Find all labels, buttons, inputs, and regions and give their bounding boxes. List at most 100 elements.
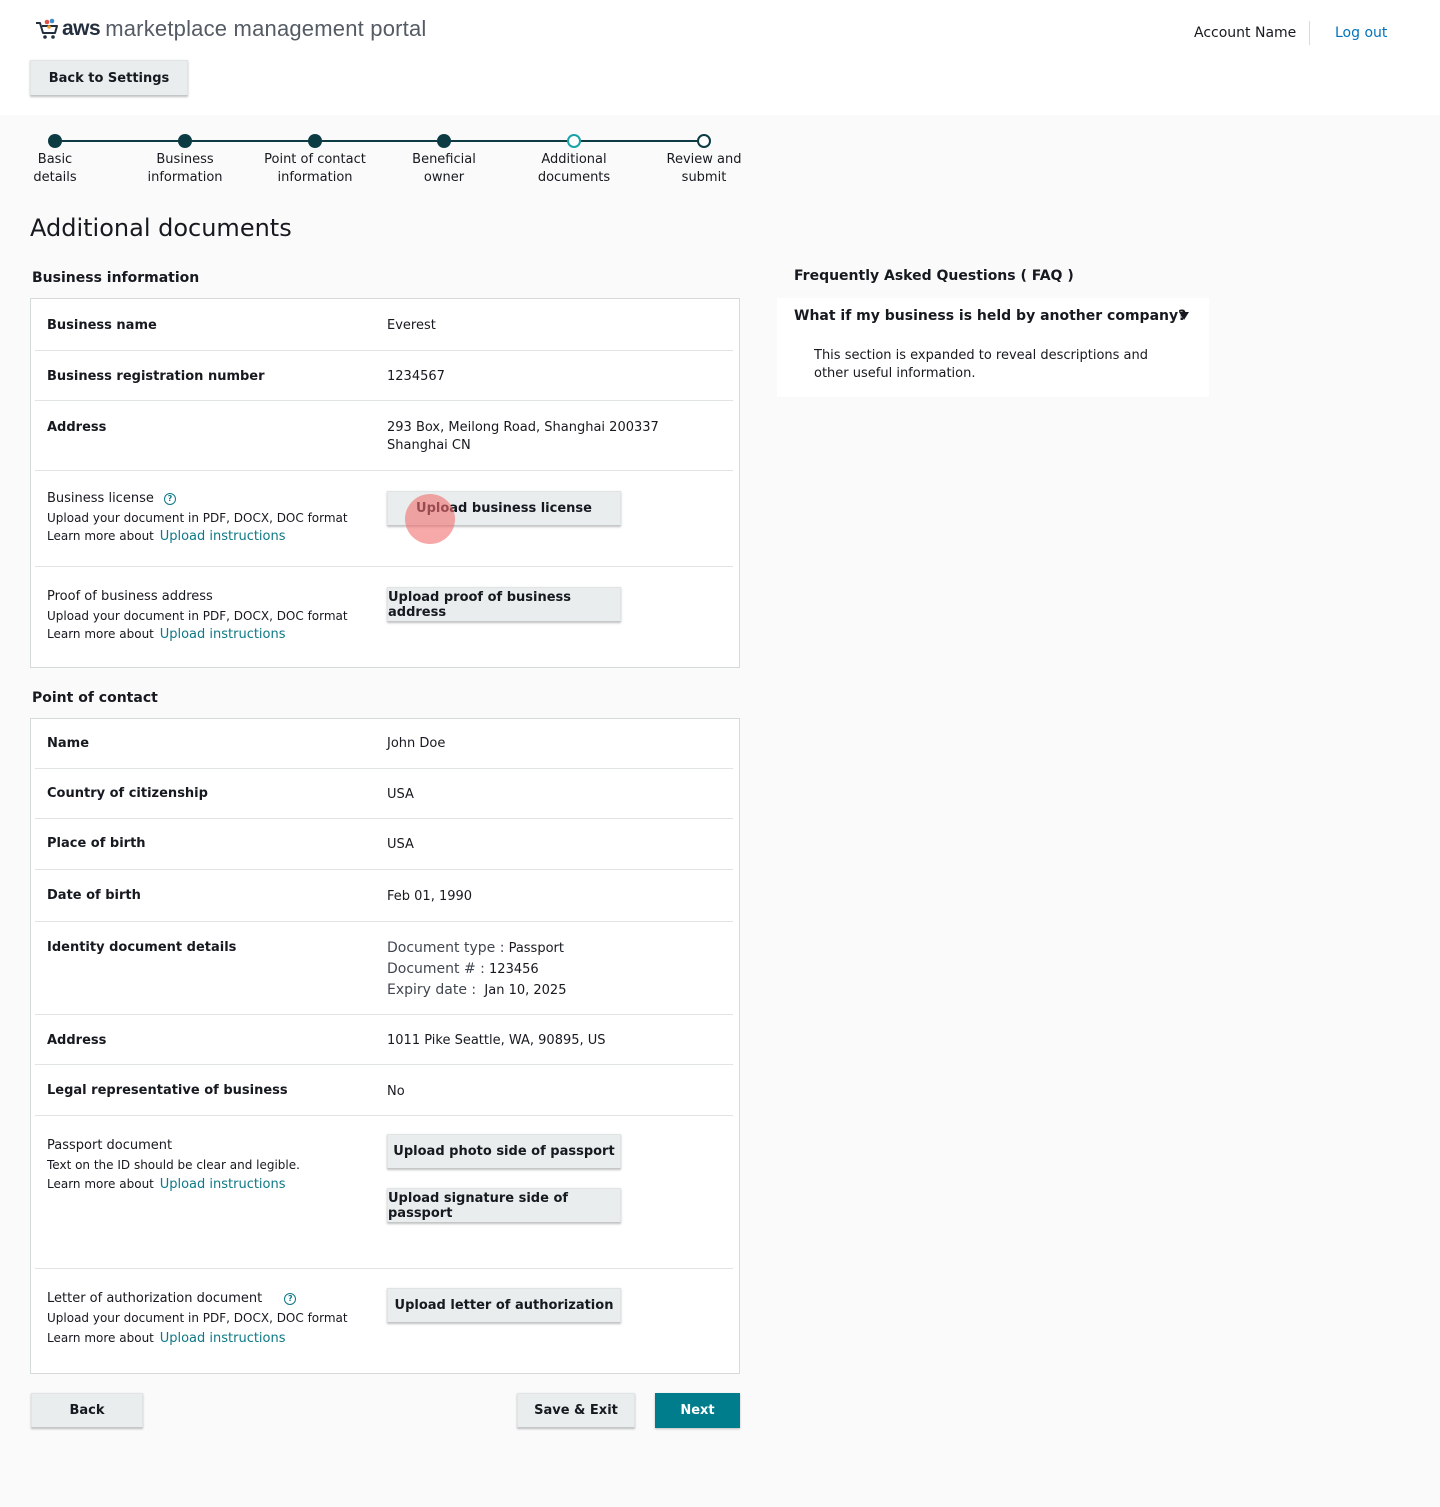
faq-panel: What if my business is held by another c… [777, 298, 1209, 397]
step-label-line2: documents [537, 170, 611, 185]
birthplace-label: Place of birth [47, 836, 146, 851]
passport-row: Passport document Text on the ID should … [35, 1116, 733, 1269]
passport-learn-more: Learn more about Upload instructions [47, 1177, 286, 1192]
contact-address-value: 1011 Pike Seattle, WA, 90895, US [387, 1033, 606, 1048]
citizenship-value: USA [387, 787, 414, 802]
logo-product-text: marketplace management portal [105, 16, 427, 41]
letter-learn-more: Learn more about Upload instructions [47, 1331, 286, 1346]
back-button[interactable]: Back [31, 1393, 143, 1428]
dob-label: Date of birth [47, 888, 141, 903]
business-reg-value: 1234567 [387, 369, 445, 384]
contact-address-label: Address [47, 1033, 107, 1048]
back-to-settings-button[interactable]: Back to Settings [30, 60, 188, 96]
dob-row: Date of birth Feb 01, 1990 [35, 870, 733, 922]
business-info-card: Business name Everest Business registrat… [30, 298, 740, 668]
step-dot-review-submit [697, 134, 711, 148]
caret-down-icon[interactable] [1179, 312, 1189, 320]
letter-row: Letter of authorization document ? Uploa… [35, 1269, 733, 1373]
address-line-1: 293 Box, Meilong Road, Shanghai 200337 [387, 420, 659, 435]
contact-name-value: John Doe [387, 736, 446, 751]
step-review-submit[interactable]: Review and submit [644, 151, 764, 187]
step-label-line2: details [33, 170, 77, 185]
faq-answer: This section is expanded to reveal descr… [814, 348, 1149, 381]
passport-help: Text on the ID should be clear and legib… [47, 1158, 300, 1172]
upload-instructions-link[interactable]: Upload instructions [160, 529, 286, 544]
account-name[interactable]: Account Name [1194, 25, 1296, 41]
save-exit-button[interactable]: Save & Exit [517, 1393, 635, 1428]
legal-rep-label: Legal representative of business [47, 1083, 288, 1098]
step-label-line1: Review and [666, 152, 742, 167]
business-license-label: Business license [47, 491, 154, 506]
citizenship-label: Country of citizenship [47, 786, 208, 801]
learn-more-text: Learn more about [47, 1331, 154, 1345]
aws-marketplace-logo[interactable]: aws marketplace management portal [34, 16, 427, 42]
step-label-line1: Additional [541, 152, 607, 167]
expiry-line: Expiry date : Jan 10, 2025 [387, 980, 566, 1001]
business-reg-label: Business registration number [47, 369, 265, 384]
contact-section-title: Point of contact [32, 690, 158, 706]
upload-passport-signature-button[interactable]: Upload signature side of passport [387, 1188, 621, 1223]
doc-type-label: Document type : [387, 940, 505, 956]
business-license-format-help: Upload your document in PDF, DOCX, DOC f… [47, 511, 348, 525]
legal-rep-row: Legal representative of business No [35, 1065, 733, 1116]
doc-number-label: Document # : [387, 961, 485, 977]
learn-more-text: Learn more about [47, 1177, 154, 1191]
business-license-label-wrap: Business license ? [47, 491, 176, 506]
business-proof-row: Proof of business address Upload your do… [35, 567, 733, 667]
upload-proof-address-button[interactable]: Upload proof of business address [387, 587, 621, 622]
expiry-value: Jan 10, 2025 [484, 983, 567, 998]
contact-address-row: Address 1011 Pike Seattle, WA, 90895, US [35, 1015, 733, 1065]
proof-address-format-help: Upload your document in PDF, DOCX, DOC f… [47, 609, 348, 623]
upload-letter-authorization-button[interactable]: Upload letter of authorization [387, 1288, 621, 1323]
doc-number-value: 123456 [489, 962, 539, 977]
step-label-line2: information [147, 170, 223, 185]
top-header: aws marketplace management portal Accoun… [0, 0, 1440, 115]
passport-label: Passport document [47, 1138, 173, 1153]
step-dot-additional-documents [567, 134, 581, 148]
doc-number-line: Document # : 123456 [387, 959, 566, 980]
step-basic-details[interactable]: Basic details [0, 151, 115, 187]
business-address-row: Address 293 Box, Meilong Road, Shanghai … [35, 401, 733, 471]
contact-name-row: Name John Doe [35, 719, 733, 769]
business-name-row: Business name Everest [35, 299, 733, 351]
upload-instructions-link[interactable]: Upload instructions [160, 1331, 286, 1346]
business-section-title: Business information [32, 270, 200, 286]
contact-name-label: Name [47, 736, 90, 751]
identity-label: Identity document details [47, 940, 237, 955]
letter-label: Letter of authorization document [47, 1291, 263, 1306]
business-name-label: Business name [47, 318, 157, 333]
proof-address-label: Proof of business address [47, 589, 213, 604]
doc-type-value: Passport [508, 941, 564, 956]
help-circle-icon[interactable]: ? [284, 1293, 297, 1305]
step-label-line2: owner [423, 170, 465, 185]
upload-instructions-link[interactable]: Upload instructions [160, 627, 286, 642]
step-dot-point-of-contact [308, 134, 322, 148]
upload-instructions-link[interactable]: Upload instructions [160, 1177, 286, 1192]
upload-business-license-button[interactable]: Upload business license [387, 491, 621, 526]
business-license-row: Business license ? Upload your document … [35, 471, 733, 567]
step-point-of-contact[interactable]: Point of contact information [255, 151, 375, 187]
page-title: Additional documents [30, 214, 292, 242]
business-license-learn-more: Learn more about Upload instructions [47, 529, 286, 544]
faq-question[interactable]: What if my business is held by another c… [794, 308, 1186, 324]
business-name-value: Everest [387, 318, 436, 333]
upload-passport-photo-button[interactable]: Upload photo side of passport [387, 1134, 621, 1169]
help-circle-icon[interactable]: ? [163, 493, 176, 505]
letter-label-wrap: Letter of authorization document ? [47, 1291, 297, 1306]
logo-aws-text: aws [62, 17, 101, 40]
step-label-line1: Basic [37, 152, 73, 167]
step-dot-beneficial-owner [437, 134, 451, 148]
step-business-information[interactable]: Business information [125, 151, 245, 187]
proof-address-learn-more: Learn more about Upload instructions [47, 627, 286, 642]
expiry-label: Expiry date : [387, 982, 477, 998]
letter-format-help: Upload your document in PDF, DOCX, DOC f… [47, 1311, 348, 1325]
doc-type-line: Document type : Passport [387, 938, 566, 959]
dob-value: Feb 01, 1990 [387, 889, 473, 904]
step-beneficial-owner[interactable]: Beneficial owner [384, 151, 504, 187]
cart-logo-icon [36, 18, 58, 39]
next-button[interactable]: Next [655, 1393, 740, 1428]
step-additional-documents[interactable]: Additional documents [514, 151, 634, 187]
birthplace-row: Place of birth USA [35, 819, 733, 870]
step-label-line2: information [277, 170, 353, 185]
logout-link[interactable]: Log out [1335, 25, 1387, 41]
